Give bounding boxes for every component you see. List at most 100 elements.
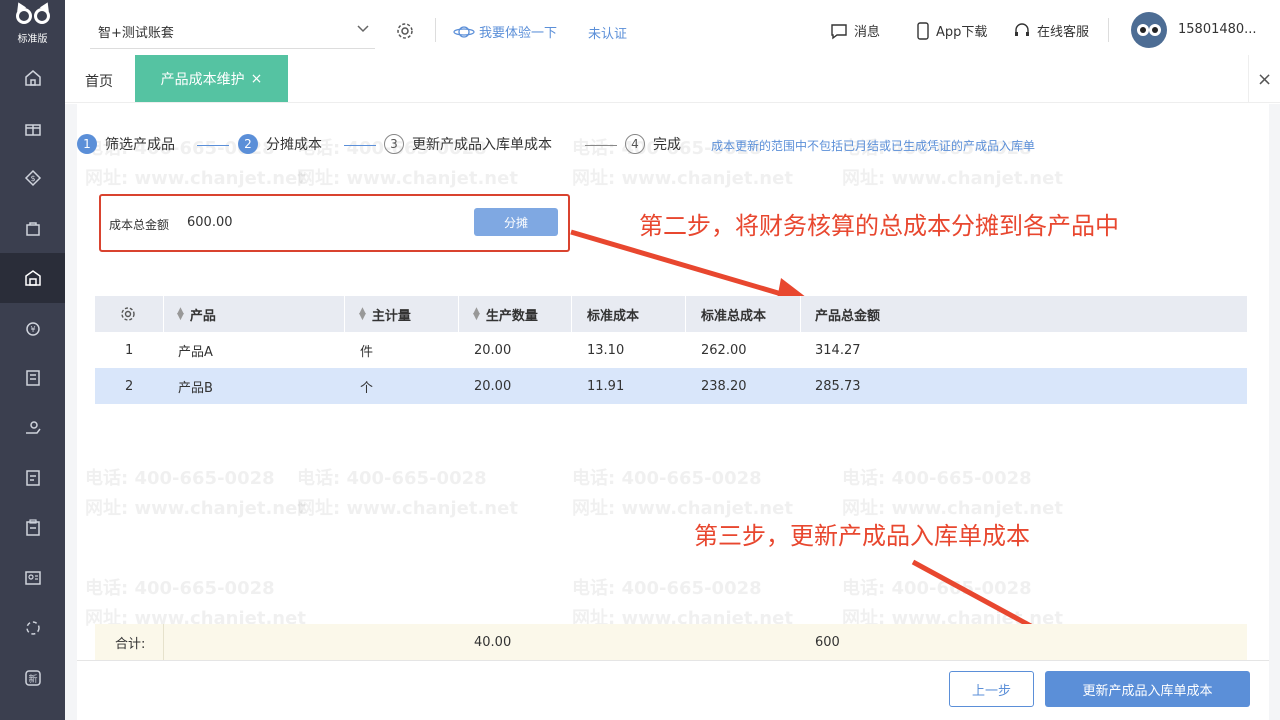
- header-unit[interactable]: ▲ ▼ 主计量: [359, 296, 411, 332]
- row-unit: 件: [360, 344, 374, 360]
- header-divider: [458, 296, 459, 332]
- settings-gear-icon[interactable]: [395, 21, 415, 41]
- step-4-label: 完成: [653, 137, 681, 153]
- nav-contacts[interactable]: [0, 553, 65, 603]
- nav-loading[interactable]: [0, 603, 65, 653]
- nav-bill[interactable]: [0, 353, 65, 403]
- total-qty: 40.00: [474, 634, 512, 650]
- header-amount[interactable]: 产品总金额: [815, 296, 880, 332]
- column-settings[interactable]: [119, 296, 137, 332]
- step-1-number: 1: [77, 134, 97, 154]
- messages-button[interactable]: 消息: [830, 21, 880, 40]
- bill-icon: [25, 370, 40, 386]
- step-connector: [197, 145, 229, 146]
- watermark-site: 网址: www.chanjet.net: [297, 498, 518, 519]
- step-indicator: 1 筛选产成品 2 分摊成本 3 更新产成品入库单成本 4 完成 成本更新的范围…: [77, 134, 1269, 158]
- phone-icon: [917, 21, 929, 40]
- nav-hand[interactable]: [0, 403, 65, 453]
- app-logo[interactable]: 标准版: [0, 0, 65, 50]
- online-service-label: 在线客服: [1037, 25, 1090, 40]
- step-2-label: 分摊成本: [266, 137, 322, 153]
- message-icon: [831, 23, 847, 39]
- app-download-button[interactable]: App下载: [916, 21, 987, 40]
- headset-icon: [1015, 22, 1029, 36]
- watermark-phone: 电话: 400-665-0028: [572, 578, 762, 599]
- nav-finance[interactable]: ¥: [0, 303, 65, 353]
- update-receipt-cost-button[interactable]: 更新产成品入库单成本: [1045, 671, 1250, 707]
- previous-step-button[interactable]: 上一步: [949, 671, 1034, 707]
- sort-icon: ▲ ▼: [473, 306, 480, 322]
- user-phone[interactable]: 15801480...: [1178, 22, 1257, 37]
- nav-new[interactable]: 新: [0, 653, 65, 703]
- hand-coin-icon: [25, 421, 41, 434]
- main-content: 电话: 400-665-0028 网址: www.chanjet.net 电话:…: [65, 104, 1280, 720]
- table-row[interactable]: 1 产品A 件 20.00 13.10 262.00 314.27: [95, 332, 1247, 368]
- clipboard-icon: [25, 519, 40, 536]
- header-std-total[interactable]: 标准总成本: [701, 296, 766, 332]
- tab-bar: 首页 产品成本维护 × ×: [65, 55, 1280, 103]
- tab-product-cost[interactable]: 产品成本维护 ×: [135, 55, 288, 102]
- row-unit: 个: [360, 380, 374, 396]
- step-3-number: 3: [384, 134, 404, 154]
- row-std-total: 262.00: [701, 342, 747, 358]
- svg-text:¥: ¥: [30, 325, 35, 334]
- uncertified-link[interactable]: 未认证: [588, 23, 627, 42]
- row-std-cost: 11.91: [587, 378, 625, 394]
- account-selector[interactable]: 智+测试账套: [98, 22, 174, 41]
- avatar[interactable]: [1131, 12, 1167, 48]
- row-qty: 20.00: [474, 342, 512, 358]
- watermark-site: 网址: www.chanjet.net: [842, 168, 1063, 189]
- tab-home[interactable]: 首页: [85, 71, 113, 91]
- total-row: 合计: 40.00 600: [95, 624, 1247, 660]
- header-divider: [800, 296, 801, 332]
- watermark-phone: 电话: 400-665-0028: [842, 468, 1032, 489]
- total-cost-label: 成本总金额: [109, 218, 170, 232]
- nav-gift[interactable]: [0, 103, 65, 153]
- nav-clipboard[interactable]: [0, 503, 65, 553]
- watermark-site: 网址: www.chanjet.net: [572, 168, 793, 189]
- header-divider: [1108, 18, 1109, 42]
- allocate-button[interactable]: 分摊: [474, 208, 558, 236]
- nav-warehouse[interactable]: [0, 253, 65, 303]
- nav-report[interactable]: [0, 453, 65, 503]
- watermark-site: 网址: www.chanjet.net: [297, 168, 518, 189]
- total-cost-value[interactable]: 600.00: [187, 215, 233, 230]
- owl-logo-icon: [13, 0, 52, 28]
- row-amount: 314.27: [815, 342, 861, 358]
- annotation-step3: 第三步，更新产成品入库单成本: [694, 522, 1030, 550]
- watermark-site: 网址: www.chanjet.net: [85, 498, 306, 519]
- table-header: ▲ ▼ 产品 ▲ ▼ 主计量 ▲ ▼ 生产数量 标准成本 标准总成本 产品总金额: [95, 296, 1247, 332]
- watermark-phone: 电话: 400-665-0028: [297, 468, 487, 489]
- online-service-button[interactable]: 在线客服: [1013, 21, 1089, 40]
- sort-icon: ▲ ▼: [359, 306, 366, 322]
- step-note: 成本更新的范围中不包括已月结或已生成凭证的产成品入库单: [711, 139, 1036, 153]
- total-divider: [163, 624, 164, 660]
- row-amount: 285.73: [815, 378, 861, 394]
- new-badge-icon: 新: [24, 670, 41, 686]
- step-2-number: 2: [238, 134, 258, 154]
- account-underline: [90, 48, 375, 49]
- row-index: 1: [125, 342, 134, 358]
- tab-close-icon[interactable]: ×: [251, 71, 263, 87]
- action-footer: 上一步 更新产成品入库单成本: [77, 660, 1269, 720]
- nav-home[interactable]: [0, 53, 65, 103]
- svg-text:新: 新: [28, 673, 37, 685]
- step-2: 2 分摊成本: [238, 134, 322, 154]
- owl-avatar-icon: [1137, 24, 1161, 36]
- close-all-tabs-icon[interactable]: ×: [1248, 55, 1280, 103]
- table-row[interactable]: 2 产品B 个 20.00 11.91 238.20 285.73: [95, 368, 1247, 404]
- total-amount: 600: [815, 634, 840, 650]
- watermark-site: 网址: www.chanjet.net: [85, 168, 306, 189]
- header-std-cost[interactable]: 标准成本: [587, 296, 639, 332]
- header-product[interactable]: ▲ ▼ 产品: [177, 296, 216, 332]
- sidebar: 标准版 $ ¥ 新: [0, 0, 65, 720]
- step-4: 4 完成: [625, 134, 681, 154]
- brand-label: 标准版: [17, 33, 48, 45]
- header-qty[interactable]: ▲ ▼ 生产数量: [473, 296, 538, 332]
- warehouse-icon: [24, 270, 41, 286]
- trial-link[interactable]: 我要体验一下: [453, 22, 557, 41]
- nav-sales[interactable]: $: [0, 153, 65, 203]
- chevron-down-icon[interactable]: [355, 20, 371, 36]
- nav-purchase[interactable]: [0, 203, 65, 253]
- app-download-label: App下载: [936, 25, 988, 40]
